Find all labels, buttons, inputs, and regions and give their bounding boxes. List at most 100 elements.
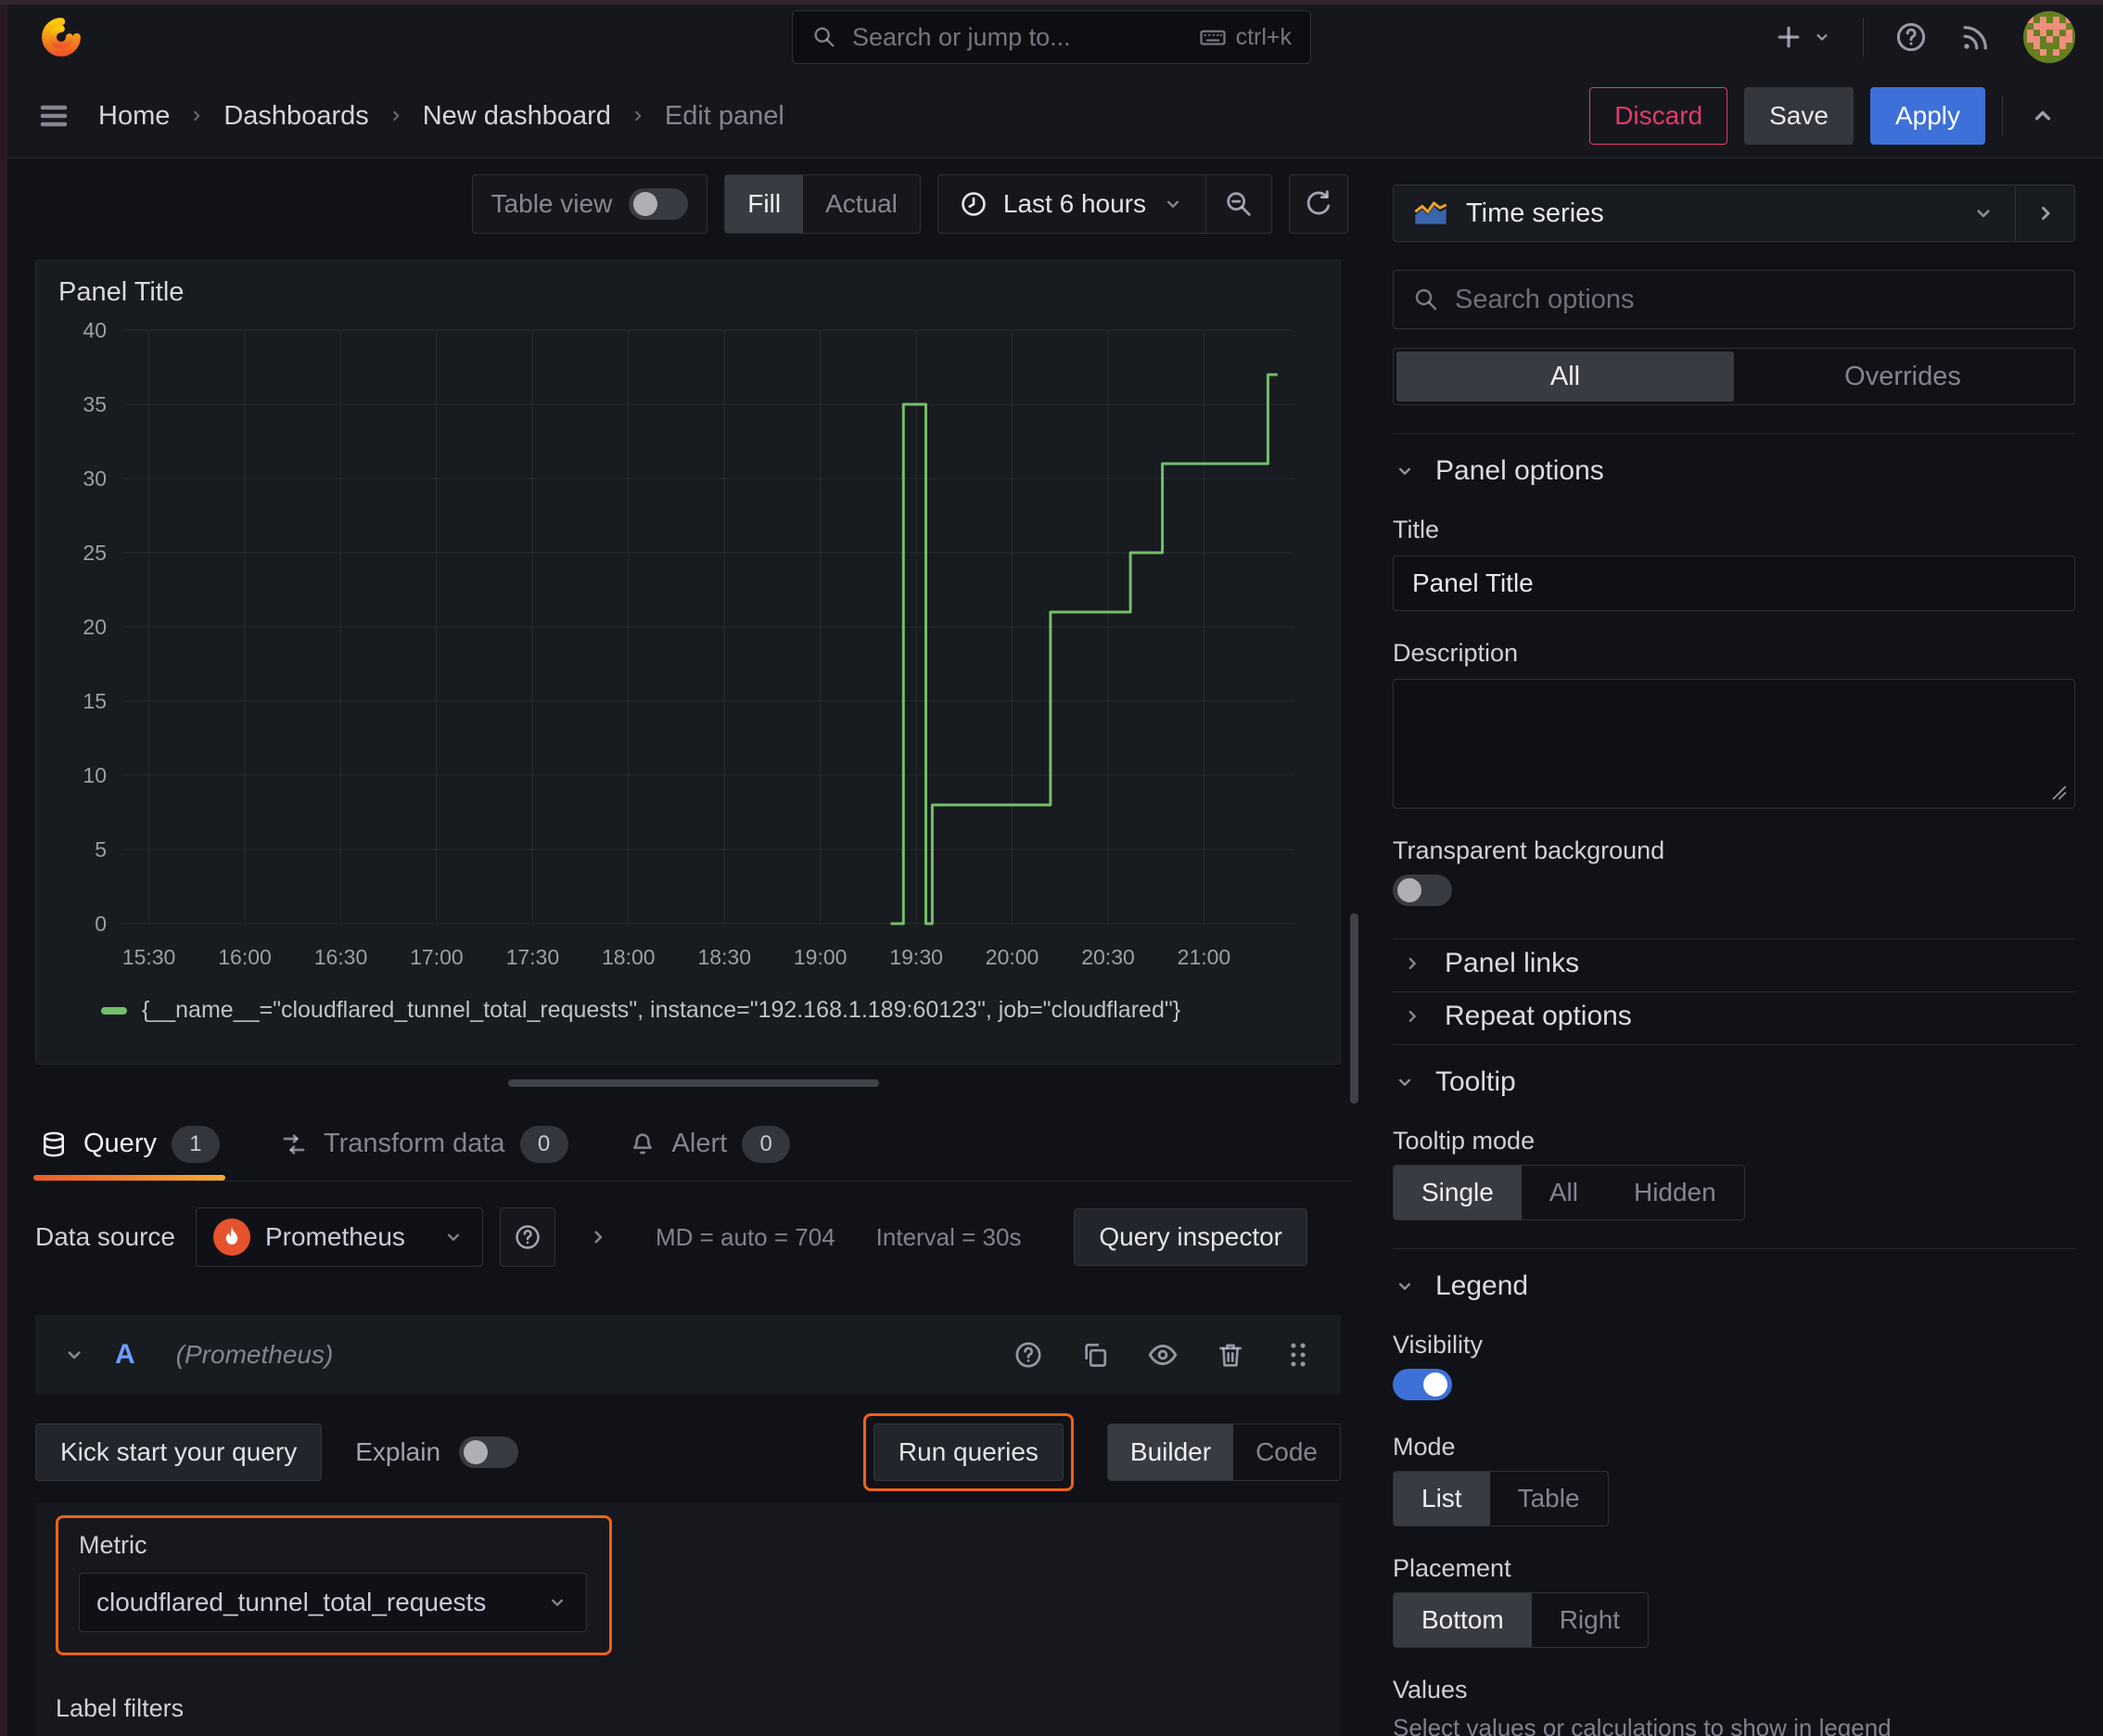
add-menu-button[interactable] <box>1772 20 1833 54</box>
tab-alert[interactable]: Alert 0 <box>628 1107 791 1181</box>
panel-links-header[interactable]: Panel links <box>1393 939 2075 988</box>
avatar[interactable] <box>2023 11 2075 63</box>
news-icon[interactable] <box>1958 19 1994 55</box>
global-search[interactable]: ctrl+k <box>792 10 1311 64</box>
discard-button[interactable]: Discard <box>1589 87 1728 145</box>
options-search[interactable] <box>1393 270 2075 329</box>
collapse-query-icon[interactable] <box>61 1342 87 1368</box>
resize-corner-icon[interactable] <box>2048 782 2069 802</box>
chevron-down-icon <box>1161 192 1185 216</box>
title-input[interactable] <box>1393 555 2075 611</box>
pane-resize-handle[interactable] <box>508 1079 879 1087</box>
builder-code-switch: Builder Code <box>1106 1423 1341 1481</box>
mode-list-option[interactable]: List <box>1394 1472 1490 1525</box>
svg-text:16:30: 16:30 <box>314 945 368 969</box>
chevron-right-icon[interactable] <box>585 1224 611 1250</box>
legend-swatch <box>101 1006 127 1015</box>
table-view-label: Table view <box>491 189 613 218</box>
keyboard-icon <box>1199 23 1227 51</box>
delete-icon[interactable] <box>1215 1339 1246 1371</box>
description-label: Description <box>1393 639 1519 667</box>
metric-select[interactable]: cloudflared_tunnel_total_requests <box>79 1573 587 1632</box>
breadcrumb-home[interactable]: Home <box>98 101 170 132</box>
tooltip-all-option[interactable]: All <box>1522 1166 1606 1219</box>
toggle-options-pane-button[interactable] <box>2015 185 2074 241</box>
zoom-out-button[interactable] <box>1205 175 1271 233</box>
tooltip-hidden-option[interactable]: Hidden <box>1606 1166 1744 1219</box>
help-icon[interactable] <box>1893 19 1929 55</box>
search-shortcut: ctrl+k <box>1199 23 1292 51</box>
kick-start-button[interactable]: Kick start your query <box>35 1423 323 1481</box>
tooltip-header[interactable]: Tooltip <box>1393 1066 2075 1099</box>
search-input[interactable] <box>852 22 1184 52</box>
datasource-picker[interactable]: Prometheus <box>195 1207 483 1267</box>
repeat-options-header[interactable]: Repeat options <box>1393 992 2075 1040</box>
svg-text:10: 10 <box>83 763 107 787</box>
tab-query[interactable]: Query 1 <box>33 1107 225 1181</box>
help-icon[interactable] <box>1013 1339 1044 1371</box>
actual-option[interactable]: Actual <box>803 175 920 233</box>
run-queries-button[interactable]: Run queries <box>873 1423 1064 1481</box>
svg-text:18:30: 18:30 <box>697 945 751 969</box>
drag-handle-icon[interactable] <box>1281 1338 1315 1372</box>
breadcrumb-dashboards[interactable]: Dashboards <box>223 101 368 132</box>
legend-header[interactable]: Legend <box>1393 1270 2075 1303</box>
time-series-chart[interactable]: 0 5 10 15 20 25 30 35 40 15:30 16:00 16:30 17:00 17:3… <box>58 317 1318 990</box>
max-datapoints-stat: MD = auto = 704 <box>655 1222 835 1251</box>
description-textarea[interactable] <box>1393 679 2075 809</box>
bell-icon <box>628 1130 657 1159</box>
svg-text:25: 25 <box>83 541 107 565</box>
menu-icon[interactable] <box>37 99 70 133</box>
tooltip-single-option[interactable]: Single <box>1394 1166 1522 1219</box>
edit-pane: Table view Fill Actual Last 6 hours Pane… <box>7 160 1352 1736</box>
help-icon <box>513 1222 542 1252</box>
legend-visibility-toggle[interactable] <box>1393 1369 1452 1400</box>
explain-toggle[interactable] <box>459 1436 519 1468</box>
svg-text:19:30: 19:30 <box>889 945 943 969</box>
transparent-background-toggle[interactable] <box>1393 874 1452 906</box>
legend-placement-label: Placement <box>1393 1554 1511 1582</box>
collapse-header-button[interactable] <box>2020 100 2066 132</box>
time-range-picker[interactable]: Last 6 hours <box>938 175 1205 233</box>
svg-text:40: 40 <box>83 318 107 342</box>
tab-transform-data[interactable]: Transform data 0 <box>279 1107 568 1181</box>
refresh-button[interactable] <box>1289 174 1348 234</box>
datasource-name: Prometheus <box>264 1222 405 1251</box>
options-search-input[interactable] <box>1455 284 2056 315</box>
chevron-down-icon <box>1811 26 1833 48</box>
datasource-help-button[interactable] <box>499 1207 555 1267</box>
mode-table-option[interactable]: Table <box>1490 1472 1608 1525</box>
legend-series-label[interactable]: {__name__="cloudflared_tunnel_total_requ… <box>142 997 1180 1024</box>
search-icon <box>811 24 837 50</box>
panel-title: Panel Title <box>58 277 185 307</box>
table-view-toggle[interactable] <box>629 188 689 220</box>
tab-overrides[interactable]: Overrides <box>1734 351 2071 402</box>
placement-right-option[interactable]: Right <box>1532 1593 1648 1647</box>
svg-text:17:30: 17:30 <box>506 945 560 969</box>
scrollbar-thumb[interactable] <box>1350 913 1358 1104</box>
code-option[interactable]: Code <box>1233 1424 1340 1480</box>
apply-button[interactable]: Apply <box>1869 87 1985 145</box>
table-view-control: Table view <box>471 174 708 234</box>
chevron-right-icon <box>1400 1004 1424 1028</box>
builder-option[interactable]: Builder <box>1107 1424 1234 1480</box>
query-row-header[interactable]: A (Prometheus) <box>35 1315 1341 1395</box>
chevron-down-icon <box>1393 1274 1417 1298</box>
refresh-icon <box>1303 188 1334 220</box>
query-inspector-button[interactable]: Query inspector <box>1074 1208 1307 1266</box>
tab-all[interactable]: All <box>1396 351 1734 402</box>
save-button[interactable]: Save <box>1744 87 1854 145</box>
fill-option[interactable]: Fill <box>725 175 804 233</box>
duplicate-icon[interactable] <box>1079 1339 1111 1371</box>
svg-text:5: 5 <box>95 837 107 862</box>
hide-query-icon[interactable] <box>1146 1338 1179 1372</box>
query-tabs: Query 1 Transform data 0 Alert 0 <box>33 1107 1352 1181</box>
panel-options-header[interactable]: Panel options <box>1393 454 2075 488</box>
chevron-right-icon <box>2032 199 2059 227</box>
interval-stat: Interval = 30s <box>875 1222 1022 1251</box>
visualization-picker[interactable]: Time series <box>1394 198 2015 229</box>
placement-bottom-option[interactable]: Bottom <box>1394 1593 1532 1647</box>
legend-values-label: Values <box>1393 1676 1468 1704</box>
breadcrumb-new-dashboard[interactable]: New dashboard <box>423 101 611 132</box>
grafana-logo[interactable] <box>35 10 87 64</box>
